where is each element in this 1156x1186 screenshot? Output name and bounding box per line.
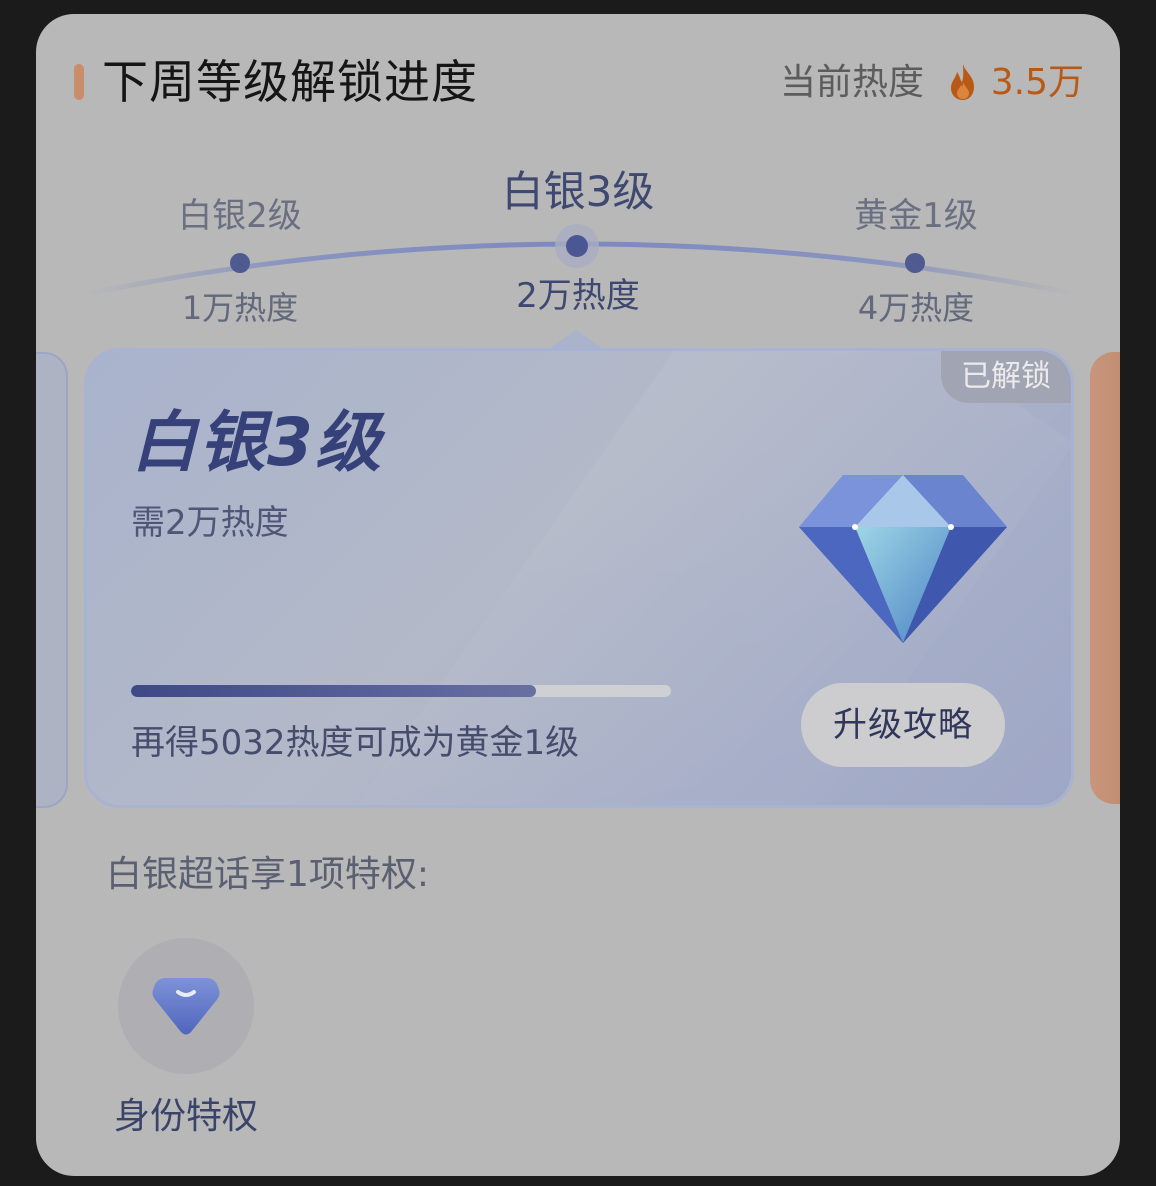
level-name-gold1[interactable]: 黄金1级 <box>796 194 1036 238</box>
level-unlock-panel: 下周等级解锁进度 当前热度 3.5万 白银2级 1万热度 白银3级 2万热度 黄… <box>36 14 1120 1176</box>
card-level-title: 白银3级 <box>131 404 383 481</box>
level-progress-bar <box>131 685 671 697</box>
perks-heading: 白银超话享1项特权: <box>106 854 430 895</box>
level-requirement-gold1: 4万热度 <box>857 289 975 327</box>
diamond-icon <box>799 475 1007 643</box>
upgrade-guide-button[interactable]: 升级攻略 <box>801 683 1005 767</box>
previous-level-card[interactable] <box>36 352 68 808</box>
level-track: 白银2级 1万热度 白银3级 2万热度 黄金1级 4万热度 <box>36 154 1120 354</box>
level-progress-fill <box>131 685 536 697</box>
level-name-silver2[interactable]: 白银2级 <box>120 194 360 238</box>
unlocked-badge: 已解锁 <box>941 351 1071 403</box>
progress-description: 再得5032热度可成为黄金1级 <box>131 723 580 763</box>
page-title: 下周等级解锁进度 <box>102 55 478 109</box>
level-requirement-silver3: 2万热度 <box>516 276 640 316</box>
current-heat-label: 当前热度 <box>779 62 924 103</box>
identity-gem-icon <box>152 978 220 1035</box>
level-name-silver3[interactable]: 白银3级 <box>458 170 698 214</box>
title-accent-bar <box>74 64 84 100</box>
card-requirement: 需2万热度 <box>131 503 289 543</box>
level-requirement-silver2: 1万热度 <box>181 289 299 327</box>
perk-identity-label: 身份特权 <box>113 1096 258 1137</box>
fire-icon <box>951 64 974 100</box>
current-heat-value: 3.5万 <box>990 62 1084 103</box>
level-card-silver3: 已解锁 白银3级 需2万热度 再得5032热度可成为黄金1级 升级攻略 <box>84 348 1074 808</box>
next-level-card[interactable] <box>1090 352 1120 804</box>
